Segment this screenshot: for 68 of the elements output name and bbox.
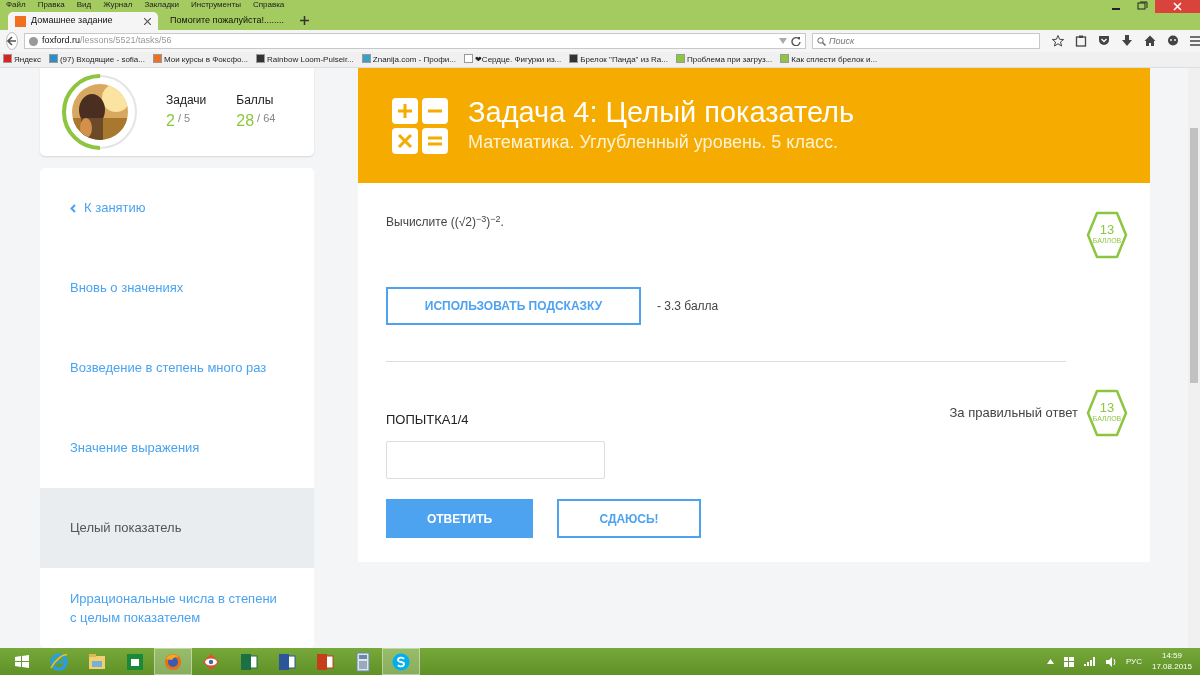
tab-title: Домашнее задание — [31, 14, 113, 28]
skype-icon — [391, 651, 411, 672]
folder-icon — [87, 651, 107, 672]
lesson-item[interactable]: Целый показатель — [40, 488, 314, 568]
bookmark[interactable]: Яндекс — [3, 53, 41, 66]
url-text: foxford.ru/lessons/5521/tasks/56 — [42, 34, 172, 48]
scrollbar[interactable] — [1188, 68, 1200, 648]
search-field[interactable]: Поиск — [812, 33, 1040, 49]
bookmark[interactable]: Проблема при загруз... — [675, 53, 773, 66]
speaker-icon[interactable] — [1105, 656, 1116, 667]
menu-item[interactable]: Закладки — [144, 0, 179, 10]
question-text: Вычислите ((√2)$^{−3}$)$^{−2}$. — [386, 212, 504, 231]
download-icon[interactable] — [1121, 35, 1133, 47]
menu-item[interactable]: Правка — [37, 0, 65, 10]
browser-tab[interactable]: Домашнее задание — [8, 12, 158, 30]
calculator-icon — [353, 651, 373, 672]
bookmark[interactable]: Брелок "Панда" из Ra... — [569, 53, 668, 66]
stat-value: 2 — [166, 112, 175, 129]
bookmark[interactable]: Rainbow Loom-Pulseir... — [256, 53, 354, 66]
menu-item[interactable]: Вид — [76, 0, 92, 10]
stat-total: / 5 — [177, 112, 191, 124]
document-icon — [277, 651, 297, 672]
site-icon — [15, 15, 26, 27]
back-arrow-icon — [7, 36, 17, 46]
search-icon — [817, 37, 826, 46]
windows-icon[interactable] — [1063, 656, 1074, 667]
dropdown-icon[interactable] — [779, 38, 787, 44]
browser-tab[interactable]: Помогите пожалуйста!........ — [158, 12, 292, 30]
task-title: Задача 4: Целый показатель — [468, 94, 855, 130]
attempt-label: ПОПЫТКА1/4 — [386, 411, 469, 430]
back-button[interactable] — [6, 32, 18, 50]
bookmark[interactable]: Znanija.com - Профи... — [361, 53, 456, 66]
tab-title: Помогите пожалуйста!........ — [170, 14, 285, 28]
reward-label: За правильный ответ — [949, 404, 1078, 423]
eye-icon — [201, 651, 221, 672]
stat-label: Баллы — [236, 92, 275, 109]
chat-icon[interactable] — [1167, 35, 1179, 47]
stat-label: Задачи — [166, 92, 207, 109]
answer-field[interactable] — [386, 441, 605, 479]
task-subtitle: Математика. Углубленный уровень. 5 класс. — [468, 131, 839, 155]
pocket-icon[interactable] — [1098, 35, 1110, 47]
stat-value: 28 — [236, 112, 255, 129]
clipboard-icon[interactable] — [1075, 35, 1087, 47]
chevron-left-icon — [70, 203, 76, 213]
presentation-icon — [315, 651, 335, 672]
taskbar-app[interactable] — [154, 648, 192, 675]
menu-item[interactable]: Инструменты — [191, 0, 241, 10]
bookmark[interactable]: Мои курсы в Фоксфо... — [152, 53, 249, 66]
menu-item[interactable]: Справка — [252, 0, 285, 10]
bookmark[interactable]: Как сплести брелок и... — [780, 53, 878, 66]
chevron-up-icon[interactable] — [1046, 659, 1054, 664]
star-icon[interactable] — [1052, 35, 1064, 47]
calculator-icon — [392, 97, 448, 154]
reload-icon[interactable] — [791, 36, 801, 46]
bookmark[interactable]: (97) Входящие - sofia... — [48, 53, 145, 66]
home-icon[interactable] — [1144, 35, 1156, 47]
menu-icon[interactable] — [1190, 35, 1200, 47]
close-icon[interactable] — [144, 17, 151, 25]
new-tab-icon[interactable] — [300, 16, 309, 25]
hint-cost: - 3.3 балла — [657, 298, 719, 315]
menu-item[interactable]: Журнал — [103, 0, 133, 10]
bookmark[interactable]: ❤Сердце. Фигурки из... — [463, 53, 562, 66]
spreadsheet-icon — [239, 651, 259, 672]
address-bar[interactable]: foxford.ru/lessons/5521/tasks/56 — [24, 33, 806, 49]
close-icon[interactable] — [1155, 0, 1200, 13]
stat-total: / 64 — [257, 112, 276, 124]
signal-icon[interactable] — [1083, 657, 1096, 666]
menu-item[interactable]: Файл — [6, 0, 26, 10]
